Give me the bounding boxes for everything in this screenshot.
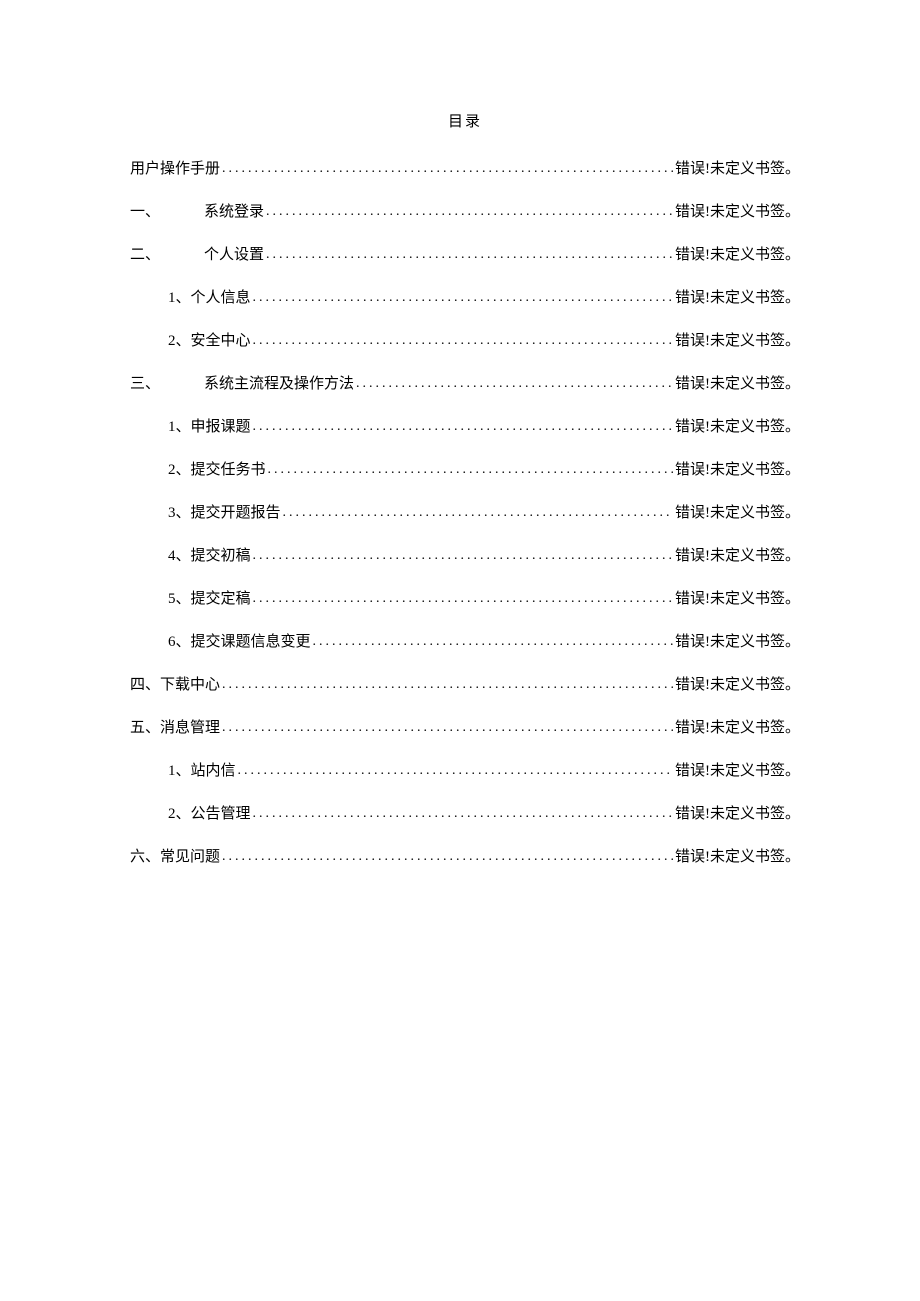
toc-container: 用户操作手册错误!未定义书签。一、系统登录错误!未定义书签。二、个人设置错误!未… <box>130 159 800 868</box>
toc-entry: 3、提交开题报告 错误!未定义书签。 <box>130 503 800 524</box>
toc-entry-number: 三、 <box>130 374 204 395</box>
toc-entry-page: 错误!未定义书签。 <box>675 417 800 438</box>
toc-entry-page: 错误!未定义书签。 <box>675 632 800 653</box>
toc-leader-dots <box>253 546 673 566</box>
toc-entry: 六、常见问题 错误!未定义书签。 <box>130 847 800 868</box>
toc-entry-number: 二、 <box>130 245 204 266</box>
toc-entry-page: 错误!未定义书签。 <box>675 804 800 825</box>
toc-entry-label: 系统登录 <box>204 202 264 223</box>
toc-leader-dots <box>283 503 673 523</box>
toc-leader-dots <box>266 202 673 222</box>
toc-entry-label: 系统主流程及操作方法 <box>204 374 354 395</box>
toc-entry-label: 1、站内信 <box>168 761 236 782</box>
toc-entry-page: 错误!未定义书签。 <box>675 546 800 567</box>
toc-entry-page: 错误!未定义书签。 <box>675 675 800 696</box>
toc-entry-page: 错误!未定义书签。 <box>675 589 800 610</box>
toc-entry-label: 6、提交课题信息变更 <box>168 632 311 653</box>
toc-leader-dots <box>253 288 673 308</box>
toc-entry-page: 错误!未定义书签。 <box>675 331 800 352</box>
toc-entry-label: 1、个人信息 <box>168 288 251 309</box>
toc-entry-page: 错误!未定义书签。 <box>675 460 800 481</box>
toc-leader-dots <box>356 374 673 394</box>
toc-entry-label: 3、提交开题报告 <box>168 503 281 524</box>
toc-entry: 三、系统主流程及操作方法 错误!未定义书签。 <box>130 374 800 395</box>
toc-entry: 1、站内信 错误!未定义书签。 <box>130 761 800 782</box>
toc-title: 目录 <box>130 110 800 131</box>
toc-entry-page: 错误!未定义书签。 <box>675 202 800 223</box>
toc-entry-page: 错误!未定义书签。 <box>675 288 800 309</box>
toc-leader-dots <box>222 718 673 738</box>
toc-entry: 一、系统登录 错误!未定义书签。 <box>130 202 800 223</box>
toc-entry-label: 2、公告管理 <box>168 804 251 825</box>
toc-entry-page: 错误!未定义书签。 <box>675 718 800 739</box>
toc-entry-page: 错误!未定义书签。 <box>675 847 800 868</box>
toc-entry-label: 5、提交定稿 <box>168 589 251 610</box>
toc-leader-dots <box>313 632 673 652</box>
toc-leader-dots <box>222 847 673 867</box>
toc-leader-dots <box>222 159 673 179</box>
toc-leader-dots <box>238 761 673 781</box>
toc-entry-label: 4、提交初稿 <box>168 546 251 567</box>
toc-entry: 4、提交初稿 错误!未定义书签。 <box>130 546 800 567</box>
toc-entry: 1、个人信息 错误!未定义书签。 <box>130 288 800 309</box>
toc-entry: 2、安全中心 错误!未定义书签。 <box>130 331 800 352</box>
toc-entry-page: 错误!未定义书签。 <box>675 245 800 266</box>
toc-entry-label: 2、安全中心 <box>168 331 251 352</box>
toc-entry: 用户操作手册 错误!未定义书签。 <box>130 159 800 180</box>
toc-entry: 二、个人设置 错误!未定义书签。 <box>130 245 800 266</box>
toc-entry-label: 用户操作手册 <box>130 159 220 180</box>
toc-leader-dots <box>253 589 673 609</box>
toc-entry: 6、提交课题信息变更 错误!未定义书签。 <box>130 632 800 653</box>
toc-leader-dots <box>253 417 673 437</box>
toc-entry-label: 个人设置 <box>204 245 264 266</box>
toc-entry-label: 六、常见问题 <box>130 847 220 868</box>
toc-entry-label: 2、提交任务书 <box>168 460 266 481</box>
toc-leader-dots <box>253 331 673 351</box>
toc-entry: 2、提交任务书 错误!未定义书签。 <box>130 460 800 481</box>
toc-leader-dots <box>266 245 673 265</box>
toc-entry-page: 错误!未定义书签。 <box>675 159 800 180</box>
toc-entry: 5、提交定稿 错误!未定义书签。 <box>130 589 800 610</box>
toc-entry-label: 五、消息管理 <box>130 718 220 739</box>
toc-entry-page: 错误!未定义书签。 <box>675 374 800 395</box>
toc-leader-dots <box>222 675 673 695</box>
toc-entry-page: 错误!未定义书签。 <box>675 503 800 524</box>
toc-entry: 四、下载中心 错误!未定义书签。 <box>130 675 800 696</box>
toc-entry: 2、公告管理 错误!未定义书签。 <box>130 804 800 825</box>
toc-entry-label: 1、申报课题 <box>168 417 251 438</box>
toc-entry-page: 错误!未定义书签。 <box>675 761 800 782</box>
toc-leader-dots <box>253 804 673 824</box>
toc-entry-number: 一、 <box>130 202 204 223</box>
toc-leader-dots <box>268 460 673 480</box>
toc-entry: 五、消息管理 错误!未定义书签。 <box>130 718 800 739</box>
toc-entry-label: 四、下载中心 <box>130 675 220 696</box>
toc-entry: 1、申报课题 错误!未定义书签。 <box>130 417 800 438</box>
